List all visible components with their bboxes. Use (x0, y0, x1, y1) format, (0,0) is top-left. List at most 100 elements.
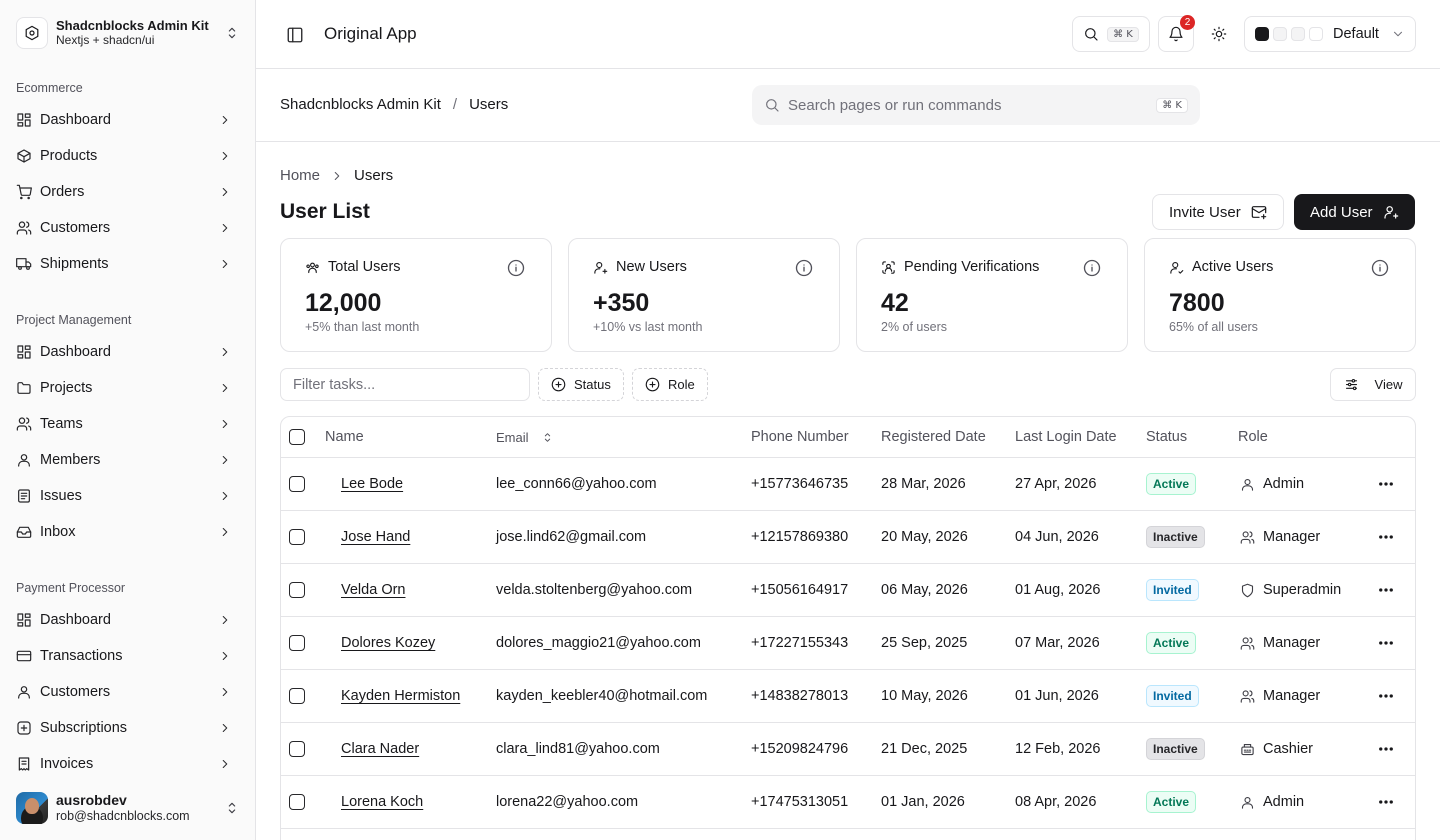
shortcut-hint: ⌘ K (1156, 97, 1188, 113)
search-button[interactable]: ⌘ K (1072, 16, 1150, 52)
sidebar-item-teams[interactable]: Teams (8, 408, 248, 440)
view-label: View (1374, 377, 1403, 392)
swatch-dark (1255, 27, 1269, 41)
user-name-link[interactable]: Lorena Koch (341, 794, 423, 810)
sidebar-item-products[interactable]: Products (8, 140, 248, 172)
user-menu[interactable]: ausrobdev rob@shadcnblocks.com (8, 786, 248, 830)
more-actions-icon[interactable] (1377, 740, 1395, 758)
col-header-phone[interactable]: Phone Number (751, 417, 849, 457)
sidebar-item-label: Issues (40, 488, 82, 504)
sidebar-item-members[interactable]: Members (8, 444, 248, 476)
more-actions-icon[interactable] (1377, 528, 1395, 546)
team-switcher[interactable]: Shadcnblocks Admin Kit Nextjs + shadcn/u… (8, 12, 248, 54)
row-checkbox[interactable] (289, 635, 305, 651)
user-name-link[interactable]: Lee Bode (341, 476, 403, 492)
col-header-name[interactable]: Name (325, 417, 364, 457)
col-header-status[interactable]: Status (1146, 417, 1187, 457)
chevron-down-icon (1393, 31, 1403, 37)
sidebar-item-subscriptions[interactable]: Subscriptions (8, 712, 248, 744)
col-header-registered[interactable]: Registered Date (881, 417, 986, 457)
user-name-link[interactable]: Clara Nader (341, 741, 419, 757)
sidebar-item-pm-dashboard[interactable]: Dashboard (8, 336, 248, 368)
chevron-right-icon (218, 417, 232, 431)
cart-icon (16, 184, 32, 200)
row-checkbox[interactable] (289, 794, 305, 810)
more-actions-icon[interactable] (1377, 793, 1395, 811)
users-group-icon (306, 262, 319, 273)
col-header-role[interactable]: Role (1238, 417, 1268, 457)
sidebar-item-orders[interactable]: Orders (8, 176, 248, 208)
row-checkbox[interactable] (289, 529, 305, 545)
sidebar-item-payment-customers[interactable]: Customers (8, 676, 248, 708)
group-label-project-management: Project Management (16, 313, 132, 327)
user-name-link[interactable]: Dolores Kozey (341, 635, 435, 651)
sidebar-item-ecommerce-customers[interactable]: Customers (8, 212, 248, 244)
user-name-link[interactable]: Jose Hand (341, 529, 410, 545)
sidebar-item-projects[interactable]: Projects (8, 372, 248, 404)
more-actions-icon[interactable] (1377, 475, 1395, 493)
registered-date: 20 May, 2026 (881, 529, 968, 545)
search-icon (766, 99, 779, 112)
users-table: Name Email Phone Number Registered Date … (280, 416, 1416, 840)
receipt-icon (16, 756, 32, 772)
table-row: Lorena Koch lorena22@yahoo.com +17475313… (281, 776, 1415, 829)
sidebar-item-shipments[interactable]: Shipments (8, 248, 248, 280)
role-filter-button[interactable]: Role (632, 368, 708, 401)
sidebar-item-label: Teams (40, 416, 83, 432)
sidebar-item-inbox[interactable]: Inbox (8, 516, 248, 548)
col-header-last-login[interactable]: Last Login Date (1015, 417, 1117, 457)
col-header-email[interactable]: Email (496, 417, 554, 457)
theme-select[interactable]: Default (1244, 16, 1416, 52)
command-search[interactable]: Search pages or run commands ⌘ K (752, 85, 1200, 125)
row-checkbox[interactable] (289, 688, 305, 704)
breadcrumb-root[interactable]: Shadcnblocks Admin Kit (280, 96, 441, 113)
registered-date: 25 Sep, 2025 (881, 635, 968, 651)
add-user-button[interactable]: Add User (1294, 194, 1415, 230)
scan-face-icon (882, 260, 895, 274)
user-email: lorena22@yahoo.com (496, 794, 639, 810)
view-options-button[interactable]: View (1330, 368, 1416, 401)
more-actions-icon[interactable] (1377, 634, 1395, 652)
sidebar-item-ecommerce-dashboard[interactable]: Dashboard (8, 104, 248, 136)
more-actions-icon[interactable] (1377, 581, 1395, 599)
info-icon[interactable] (1371, 259, 1389, 277)
stat-card-pending-verifications: Pending Verifications 42 2% of users (856, 238, 1128, 352)
info-icon[interactable] (795, 259, 813, 277)
filter-input[interactable] (280, 368, 530, 401)
status-filter-label: Status (574, 377, 611, 392)
notifications-button[interactable]: 2 (1158, 15, 1195, 52)
row-checkbox[interactable] (289, 741, 305, 757)
user-name-link[interactable]: Kayden Hermiston (341, 688, 460, 704)
stat-value: +350 (593, 289, 650, 317)
sidebar-item-transactions[interactable]: Transactions (8, 640, 248, 672)
app-title: Original App (324, 24, 417, 43)
status-badge: Active (1146, 791, 1197, 813)
chevron-right-icon (218, 221, 232, 235)
chevron-right-icon (218, 721, 232, 735)
chevron-right-icon (218, 613, 232, 627)
info-icon[interactable] (507, 259, 525, 277)
row-checkbox[interactable] (289, 476, 305, 492)
invite-user-button[interactable]: Invite User (1152, 194, 1284, 230)
breadcrumb-home[interactable]: Home (280, 167, 320, 184)
sidebar-item-label: Dashboard (40, 112, 111, 128)
users-icon (1240, 689, 1255, 704)
sidebar-toggle-icon[interactable] (286, 26, 304, 44)
sidebar-item-payment-dashboard[interactable]: Dashboard (8, 604, 248, 636)
user-name-link[interactable]: Velda Orn (341, 582, 406, 598)
info-icon[interactable] (1083, 259, 1101, 277)
sidebar-item-invoices[interactable]: Invoices (8, 748, 248, 780)
plus-circle-icon (645, 377, 660, 392)
cash-register-icon (1241, 743, 1254, 755)
row-checkbox[interactable] (289, 582, 305, 598)
more-actions-icon[interactable] (1377, 687, 1395, 705)
sidebar-item-issues[interactable]: Issues (8, 480, 248, 512)
sidebar-item-label: Inbox (40, 524, 76, 540)
sub-header: Shadcnblocks Admin Kit / Users Search pa… (256, 69, 1440, 142)
select-all-checkbox[interactable] (289, 429, 305, 445)
theme-toggle[interactable] (1211, 26, 1227, 42)
status-filter-button[interactable]: Status (538, 368, 624, 401)
breadcrumb-separator: / (452, 96, 458, 113)
registered-date: 21 Dec, 2025 (881, 741, 968, 757)
user-role: Admin (1263, 476, 1305, 492)
